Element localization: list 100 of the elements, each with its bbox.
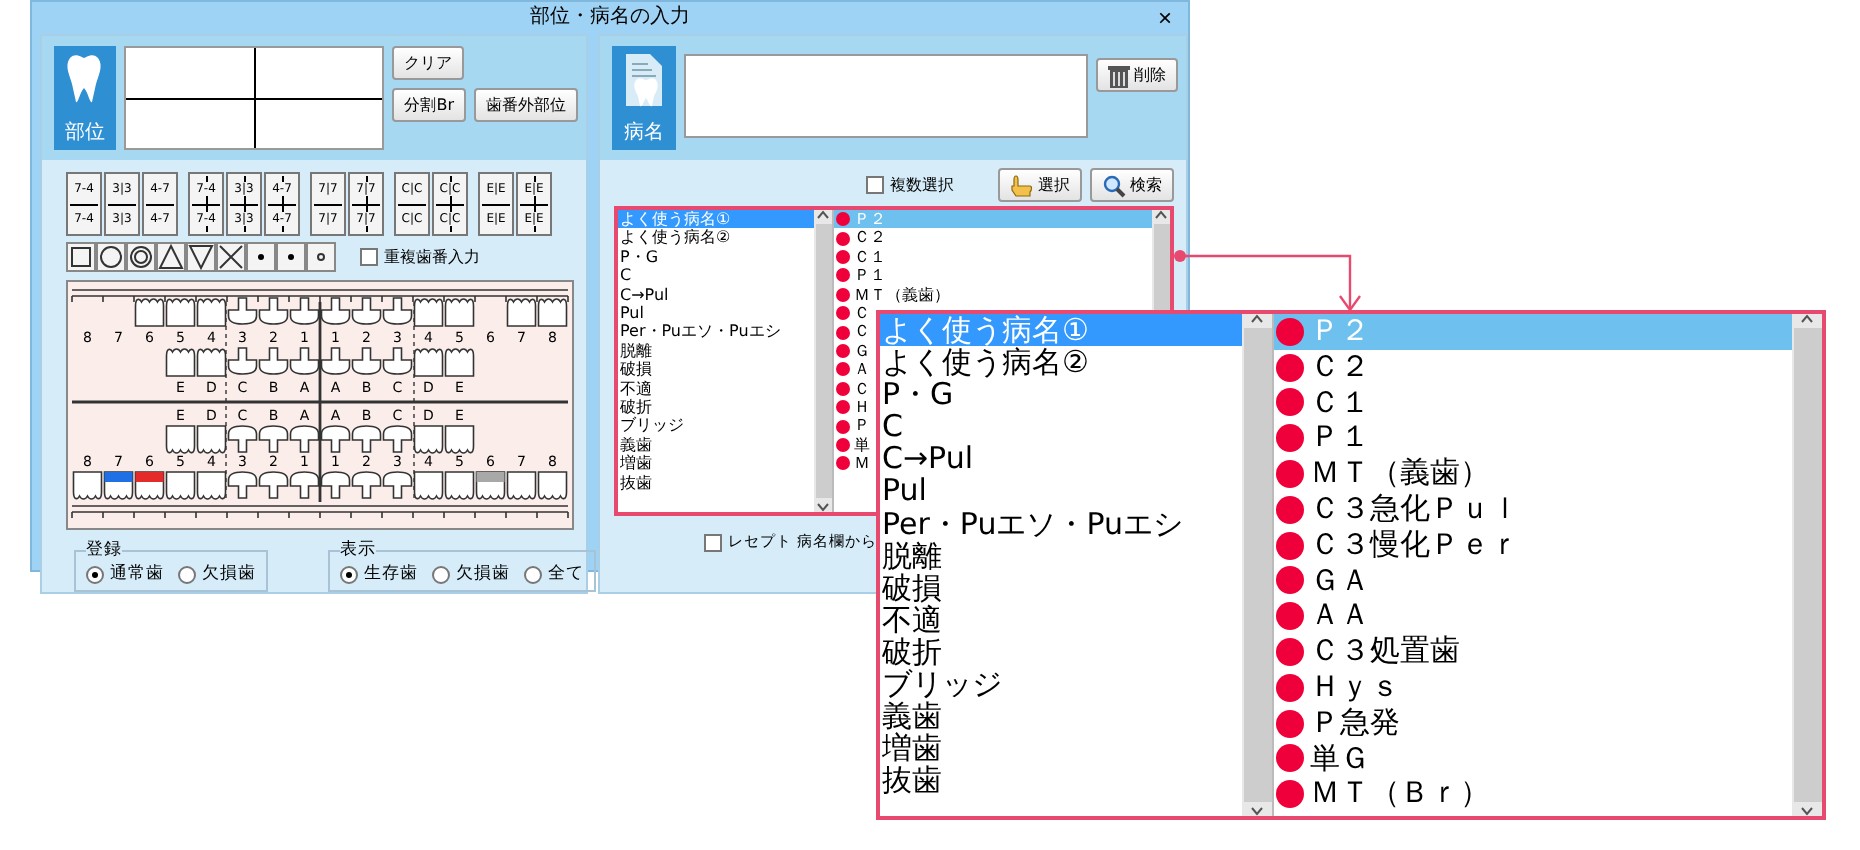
disease-name-item[interactable]: ＧＡ — [1308, 563, 1370, 599]
tooth-drawing[interactable] — [506, 298, 537, 327]
disease-name-item[interactable]: 単 — [852, 435, 870, 455]
tooth-drawing[interactable] — [444, 425, 475, 454]
disease-name-item[interactable]: ＡＡ — [1308, 598, 1370, 635]
category-item[interactable]: 抜歯 — [880, 764, 1242, 797]
tooth-drawing[interactable] — [134, 471, 165, 500]
tooth-drawing[interactable] — [258, 297, 289, 325]
category-item[interactable]: 破損 — [618, 360, 814, 380]
radio-option[interactable]: 欠損歯 — [432, 562, 510, 586]
category-item[interactable]: 不適 — [618, 379, 814, 399]
disease-name-item[interactable]: Ａ — [852, 360, 870, 380]
category-item[interactable]: 不適 — [880, 603, 1242, 636]
scroll-down-icon[interactable] — [816, 502, 830, 512]
disease-name-field[interactable] — [684, 54, 1088, 138]
disease-name-item[interactable]: Ｃ１ — [852, 247, 886, 267]
shape-button[interactable] — [216, 242, 246, 272]
tooth-drawing[interactable] — [165, 471, 196, 500]
tooth-drawing[interactable] — [289, 425, 320, 453]
scroll-down-icon[interactable] — [1800, 806, 1814, 816]
category-item[interactable]: C — [618, 266, 814, 286]
category-item[interactable]: P・G — [880, 378, 1242, 411]
disease-name-item[interactable]: Ｈｙｓ — [1308, 669, 1400, 706]
tooth-drawing[interactable] — [506, 471, 537, 500]
category-item[interactable]: 脱離 — [880, 539, 1242, 572]
category-item[interactable]: 破折 — [880, 635, 1242, 669]
site-button[interactable]: 歯番外部位 — [474, 88, 578, 122]
disease-name-item[interactable]: Ｇ — [852, 341, 870, 361]
disease-name-item[interactable]: Ｃ１ — [1308, 385, 1370, 421]
radio-option[interactable]: 全て — [524, 562, 584, 586]
disease-name-item[interactable]: Ｃ — [852, 379, 870, 399]
category-item[interactable]: P・G — [618, 247, 814, 267]
disease-name-item[interactable]: ＭＴ（Ｂｒ） — [1308, 776, 1490, 813]
disease-name-item[interactable]: Ｃ３処置歯 — [1308, 634, 1460, 670]
category-item[interactable]: 脱離 — [618, 341, 814, 361]
tooth-drawing[interactable] — [444, 348, 475, 377]
category-item[interactable]: よく使う病名② — [618, 228, 814, 248]
category-item[interactable]: よく使う病名② — [880, 346, 1242, 379]
shape-button[interactable] — [126, 242, 156, 272]
tooth-drawing[interactable] — [475, 471, 506, 500]
disease-name-item[interactable]: Ｐ — [852, 416, 870, 436]
select-button[interactable]: 選択 — [998, 168, 1082, 202]
disease-name-item[interactable]: Ｐ１ — [852, 266, 886, 286]
category-item[interactable]: ブリッジ — [880, 668, 1242, 701]
tooth-drawing[interactable] — [320, 425, 351, 453]
tooth-drawing[interactable] — [258, 425, 289, 453]
category-item[interactable]: Per・Puエソ・Puエシ — [618, 322, 814, 342]
tooth-drawing[interactable] — [289, 297, 320, 325]
tooth-drawing[interactable] — [227, 471, 258, 499]
disease-name-item[interactable]: Ｃ３急化Ｐｕｌ — [1308, 491, 1520, 528]
tooth-drawing[interactable] — [320, 297, 351, 325]
category-item[interactable]: 増歯 — [618, 454, 814, 474]
scroll-up-icon[interactable] — [1250, 314, 1264, 324]
tooth-drawing[interactable] — [196, 298, 227, 327]
tooth-drawing[interactable] — [382, 347, 413, 375]
disease-name-item[interactable]: Ｃ — [852, 322, 870, 342]
tooth-drawing[interactable] — [227, 425, 258, 453]
category-item[interactable]: 破折 — [618, 398, 814, 417]
category-item[interactable]: C→Pul — [618, 285, 814, 305]
clear-button[interactable]: クリア — [392, 46, 465, 80]
tooth-drawing[interactable] — [351, 425, 382, 453]
scrollbar[interactable] — [1242, 314, 1272, 816]
tooth-drawing[interactable] — [444, 298, 475, 327]
tooth-drawing[interactable] — [196, 348, 227, 377]
disease-name-item[interactable]: Ｃ２ — [1308, 349, 1370, 386]
tooth-drawing[interactable] — [320, 471, 351, 499]
tooth-drawing[interactable] — [382, 471, 413, 499]
scroll-down-icon[interactable] — [1250, 806, 1264, 816]
disease-name-item[interactable]: ＭＴ（義歯） — [1308, 456, 1490, 492]
category-item[interactable]: Pul — [618, 304, 814, 323]
site-button[interactable]: 分割Br — [392, 88, 466, 122]
category-item[interactable]: 義歯 — [880, 700, 1242, 733]
tooth-drawing[interactable] — [258, 471, 289, 499]
scroll-up-icon[interactable] — [1800, 314, 1814, 324]
close-button[interactable]: × — [1149, 4, 1180, 32]
tooth-drawing[interactable] — [413, 298, 444, 327]
tooth-drawing[interactable] — [258, 347, 289, 375]
tooth-drawing[interactable] — [413, 471, 444, 500]
tooth-drawing[interactable] — [134, 298, 165, 327]
tooth-drawing[interactable] — [196, 425, 227, 454]
tooth-drawing[interactable] — [165, 348, 196, 377]
tooth-drawing[interactable] — [351, 347, 382, 375]
disease-name-item[interactable]: 単Ｇ — [1308, 741, 1370, 777]
category-item[interactable]: C — [880, 410, 1242, 443]
category-item[interactable]: Per・Puエソ・Puエシ — [880, 507, 1242, 540]
shape-button[interactable] — [96, 242, 126, 272]
tooth-drawing[interactable] — [289, 471, 320, 499]
scroll-up-icon[interactable] — [1154, 210, 1168, 220]
tooth-drawing[interactable] — [320, 347, 351, 375]
disease-name-item[interactable]: Ｐ急発 — [1308, 705, 1400, 742]
category-item[interactable]: 破損 — [880, 571, 1242, 604]
tooth-drawing[interactable] — [444, 471, 475, 500]
tooth-drawing[interactable] — [165, 298, 196, 327]
tooth-drawing[interactable] — [413, 348, 444, 377]
shape-button[interactable] — [66, 242, 96, 272]
radio-option[interactable]: 通常歯 — [86, 562, 164, 586]
category-item[interactable]: C→Pul — [880, 442, 1242, 475]
tooth-drawing[interactable] — [382, 425, 413, 453]
tooth-drawing[interactable] — [382, 297, 413, 325]
tooth-drawing[interactable] — [351, 471, 382, 499]
